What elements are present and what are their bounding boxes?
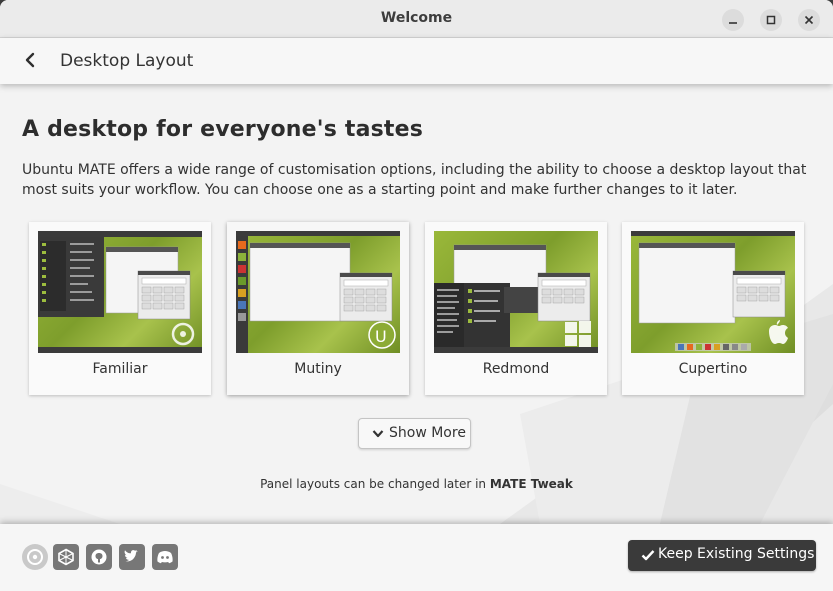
- mutiny-preview: U: [236, 231, 400, 353]
- maximize-button[interactable]: [760, 9, 782, 31]
- minimize-icon: [729, 22, 737, 24]
- page-title: Desktop Layout: [60, 51, 194, 71]
- github-icon[interactable]: [86, 544, 112, 570]
- layout-label: Mutiny: [294, 361, 342, 377]
- maximize-icon: [766, 15, 776, 25]
- chevron-down-icon: [372, 430, 384, 438]
- window-title: Welcome: [380, 10, 453, 26]
- checkmark-icon: [641, 550, 655, 561]
- panel-note-text: Panel layouts can be changed later in: [260, 477, 487, 491]
- layout-label: Redmond: [482, 361, 550, 377]
- keep-existing-settings-button[interactable]: Keep Existing Settings: [628, 540, 816, 571]
- minimize-button[interactable]: [722, 9, 744, 31]
- twitter-icon[interactable]: [119, 544, 145, 570]
- section-heading: A desktop for everyone's tastes: [22, 117, 424, 142]
- panel-note: Panel layouts can be changed later in MA…: [0, 477, 833, 491]
- discord-icon[interactable]: [152, 544, 178, 570]
- community-icon[interactable]: [53, 544, 79, 570]
- layout-card-cupertino[interactable]: Cupertino: [622, 222, 804, 395]
- redmond-preview: [434, 231, 598, 353]
- show-more-button[interactable]: Show More: [358, 418, 471, 449]
- section-description: Ubuntu MATE offers a wide range of custo…: [22, 162, 807, 198]
- welcome-window: Welcome Desktop Layout A desktop for eve…: [0, 0, 833, 591]
- back-arrow-icon[interactable]: [22, 50, 40, 70]
- mate-tweak-name: MATE Tweak: [489, 477, 573, 491]
- footer-bar: Keep Existing Settings: [0, 524, 833, 591]
- close-button[interactable]: [798, 9, 820, 31]
- familiar-preview: [38, 231, 202, 353]
- cupertino-preview: [631, 231, 795, 353]
- title-bar: Welcome: [0, 0, 833, 38]
- keep-existing-settings-label: Keep Existing Settings: [658, 546, 815, 562]
- close-icon: [804, 15, 814, 25]
- show-more-label: Show More: [389, 425, 466, 441]
- layout-card-mutiny[interactable]: U Mutiny: [227, 222, 409, 395]
- main-content: A desktop for everyone's tastes Ubuntu M…: [0, 84, 833, 524]
- layout-card-redmond[interactable]: Redmond: [425, 222, 607, 395]
- layout-card-familiar[interactable]: Familiar: [29, 222, 211, 395]
- layout-label: Familiar: [92, 361, 148, 377]
- ubuntu-mate-icon[interactable]: [22, 544, 48, 570]
- page-header: Desktop Layout: [0, 38, 833, 84]
- svg-text:U: U: [375, 327, 387, 346]
- layout-label: Cupertino: [678, 361, 748, 377]
